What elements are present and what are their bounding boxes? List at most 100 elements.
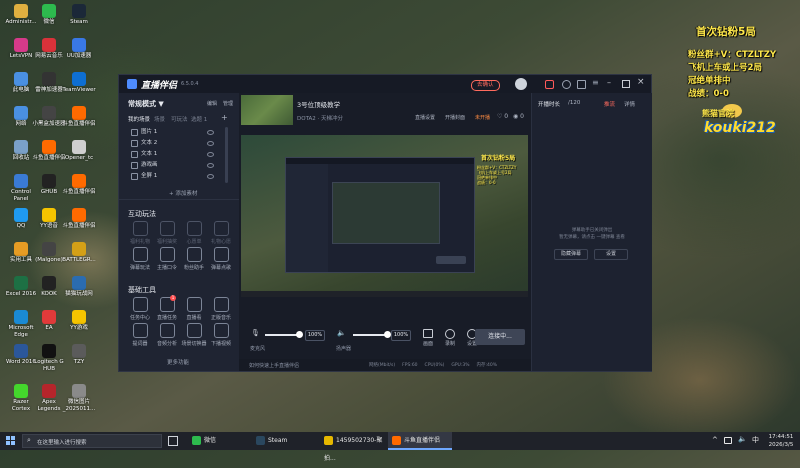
tab-playable[interactable]: 可玩法	[171, 115, 188, 123]
tool-button[interactable]: 心愿单	[181, 221, 207, 245]
desktop-icon[interactable]: 小黑盒加速器	[32, 106, 66, 128]
tool-button[interactable]: 正版音乐	[208, 297, 234, 321]
desktop-icon[interactable]: EA	[32, 310, 66, 332]
tool-button[interactable]: 音频分析	[154, 323, 180, 347]
desktop-icon[interactable]: Apex Legends	[32, 384, 66, 412]
desktop-icon[interactable]: Steam	[62, 4, 96, 26]
mode-select[interactable]: 常规模式 ▼	[128, 99, 164, 109]
eye-icon[interactable]	[207, 130, 214, 135]
tool-button[interactable]: 下播视频	[208, 323, 234, 347]
source-item[interactable]: 文本 2	[127, 138, 231, 149]
danmaku-hint[interactable]: 暂无弹幕，请点击 一键弹幕 查看	[536, 234, 648, 240]
checkbox-checked-icon[interactable]	[131, 173, 138, 180]
source-item[interactable]: 图片 1	[127, 127, 231, 138]
hide-danmaku-button[interactable]: 隐藏弹幕	[554, 249, 588, 260]
tray-chevron-icon[interactable]: ^	[712, 436, 718, 444]
desktop-icon[interactable]: 网易云音乐	[32, 38, 66, 60]
tool-button[interactable]: 主播口令	[154, 247, 180, 271]
desktop-icon[interactable]: BATTLEGR...	[62, 242, 96, 264]
room-category[interactable]: DOTA2 · 天梯冲分	[297, 114, 343, 122]
tool-button[interactable]: 弹幕玩法	[127, 247, 153, 271]
tool-button[interactable]: 礼物心愿	[208, 221, 234, 245]
desktop-icon[interactable]: YY游戏	[62, 310, 96, 332]
speaker-icon[interactable]: 🔈	[337, 329, 346, 337]
mic-slider-track[interactable]	[265, 331, 303, 338]
desktop-icon[interactable]: 微信	[32, 4, 66, 26]
mic-icon[interactable]: 🎙	[251, 329, 260, 337]
help-link[interactable]: 如何快速上手直播伴侣	[249, 362, 299, 369]
checkbox-checked-icon[interactable]	[131, 129, 138, 136]
tool-button[interactable]: 福利抽奖	[154, 221, 180, 245]
eye-icon[interactable]	[207, 174, 214, 179]
desktop-icon[interactable]: Opener_tc	[62, 140, 96, 162]
desktop-icon[interactable]: 雷神加速器	[32, 72, 66, 94]
minimize-icon[interactable]: –	[607, 78, 611, 87]
tab-scene[interactable]: 场景	[154, 115, 165, 123]
checkbox-checked-icon[interactable]	[131, 140, 138, 147]
scene-button[interactable]: 画面	[417, 329, 439, 347]
checkbox-checked-icon[interactable]	[131, 151, 138, 158]
tool-button[interactable]: 1 直播任务	[154, 295, 180, 321]
add-scene-icon[interactable]: +	[221, 113, 228, 122]
desktop-icon[interactable]: TeamViewer	[62, 72, 96, 94]
ime-icon[interactable]: 中	[752, 435, 759, 445]
eye-icon[interactable]	[207, 152, 214, 157]
maximize-icon[interactable]	[622, 80, 630, 88]
eye-icon[interactable]	[207, 163, 214, 168]
start-icon[interactable]	[6, 436, 16, 446]
desktop-icon[interactable]: 斗鱼直播伴侣	[32, 140, 66, 162]
desktop-icon[interactable]: YY语音	[32, 208, 66, 230]
desktop-icon[interactable]: 斗鱼直播伴侣	[62, 174, 96, 196]
network-icon[interactable]	[724, 437, 732, 444]
tab-push[interactable]: 推流	[604, 100, 615, 108]
mic-slider-thumb[interactable]	[296, 331, 303, 338]
source-item[interactable]: 游戏画	[127, 160, 231, 171]
checkbox-icon[interactable]	[131, 162, 138, 169]
clock[interactable]: 17:44:51 2026/3/5	[764, 433, 798, 449]
desktop-icon[interactable]: KOOK	[32, 276, 66, 298]
taskbar-item[interactable]: Steam	[252, 432, 316, 450]
tool-button[interactable]: 粉丝助手	[181, 247, 207, 271]
desktop-icon[interactable]: TZY	[62, 344, 96, 366]
taskbar-item[interactable]: 微信	[188, 432, 252, 450]
more-features-button[interactable]: 更多功能	[167, 358, 189, 366]
preview-canvas[interactable]: 首次钻粉5局 粉丝群+V：CTZLTZY 飞机上车或上号2局 冠绝单排中 战绩：…	[241, 135, 528, 297]
room-title[interactable]: 3号位顶级教学	[297, 99, 340, 109]
connect-button[interactable]: 连接中...	[475, 329, 525, 345]
speaker-volume[interactable]: 100%	[391, 330, 411, 341]
source-item[interactable]: 全屏 1	[127, 171, 231, 182]
source-item[interactable]: 文本 1	[127, 149, 231, 160]
mode-action-edit[interactable]: 编辑	[207, 100, 217, 107]
tool-button[interactable]: 提词器	[127, 323, 153, 347]
speaker-slider-track[interactable]	[353, 331, 391, 338]
skin-icon[interactable]	[577, 80, 586, 89]
cover-link[interactable]: 开播封面	[445, 114, 465, 121]
speaker-slider-thumb[interactable]	[384, 331, 391, 338]
message-icon[interactable]	[545, 80, 554, 89]
desktop-icon[interactable]: 微信图片_2025011...	[62, 384, 96, 412]
close-icon[interactable]: ×	[637, 77, 645, 87]
record-button[interactable]: 录制	[439, 329, 461, 347]
taskbar-item[interactable]: 斗鱼直播伴侣	[388, 432, 452, 450]
headset-icon[interactable]	[562, 80, 571, 89]
desktop-icon[interactable]: 猫猫玩战网	[62, 276, 96, 298]
desktop-icon[interactable]: UU加速器	[62, 38, 96, 60]
desktop-icon[interactable]: Logitech G HUB	[32, 344, 66, 372]
tool-button[interactable]: 福利礼物	[127, 221, 153, 245]
tool-button[interactable]: 弹幕点歌	[208, 247, 234, 271]
tool-button[interactable]: 场景切换器	[181, 323, 207, 347]
desktop-icon[interactable]: 斗鱼直播伴侣	[62, 106, 96, 128]
volume-icon[interactable]: 🔈	[738, 435, 747, 443]
tab-topic[interactable]: 选题 1	[191, 115, 207, 123]
tab-my-scene[interactable]: 我的场景	[128, 115, 150, 123]
source-scrollbar[interactable]	[225, 127, 228, 183]
danmaku-settings-button[interactable]: 设置	[594, 249, 628, 260]
mode-action-manage[interactable]: 管理	[223, 100, 233, 107]
avatar[interactable]	[515, 78, 527, 90]
desktop-icon[interactable]: 斗鱼直播伴侣	[62, 208, 96, 230]
room-setting-link[interactable]: 直播设置	[415, 114, 435, 121]
eye-icon[interactable]	[207, 141, 214, 146]
taskbar-item[interactable]: 1459502730-聚拍...	[320, 432, 384, 462]
tool-button[interactable]: 直播看	[181, 297, 207, 321]
task-view-icon[interactable]	[168, 436, 178, 446]
